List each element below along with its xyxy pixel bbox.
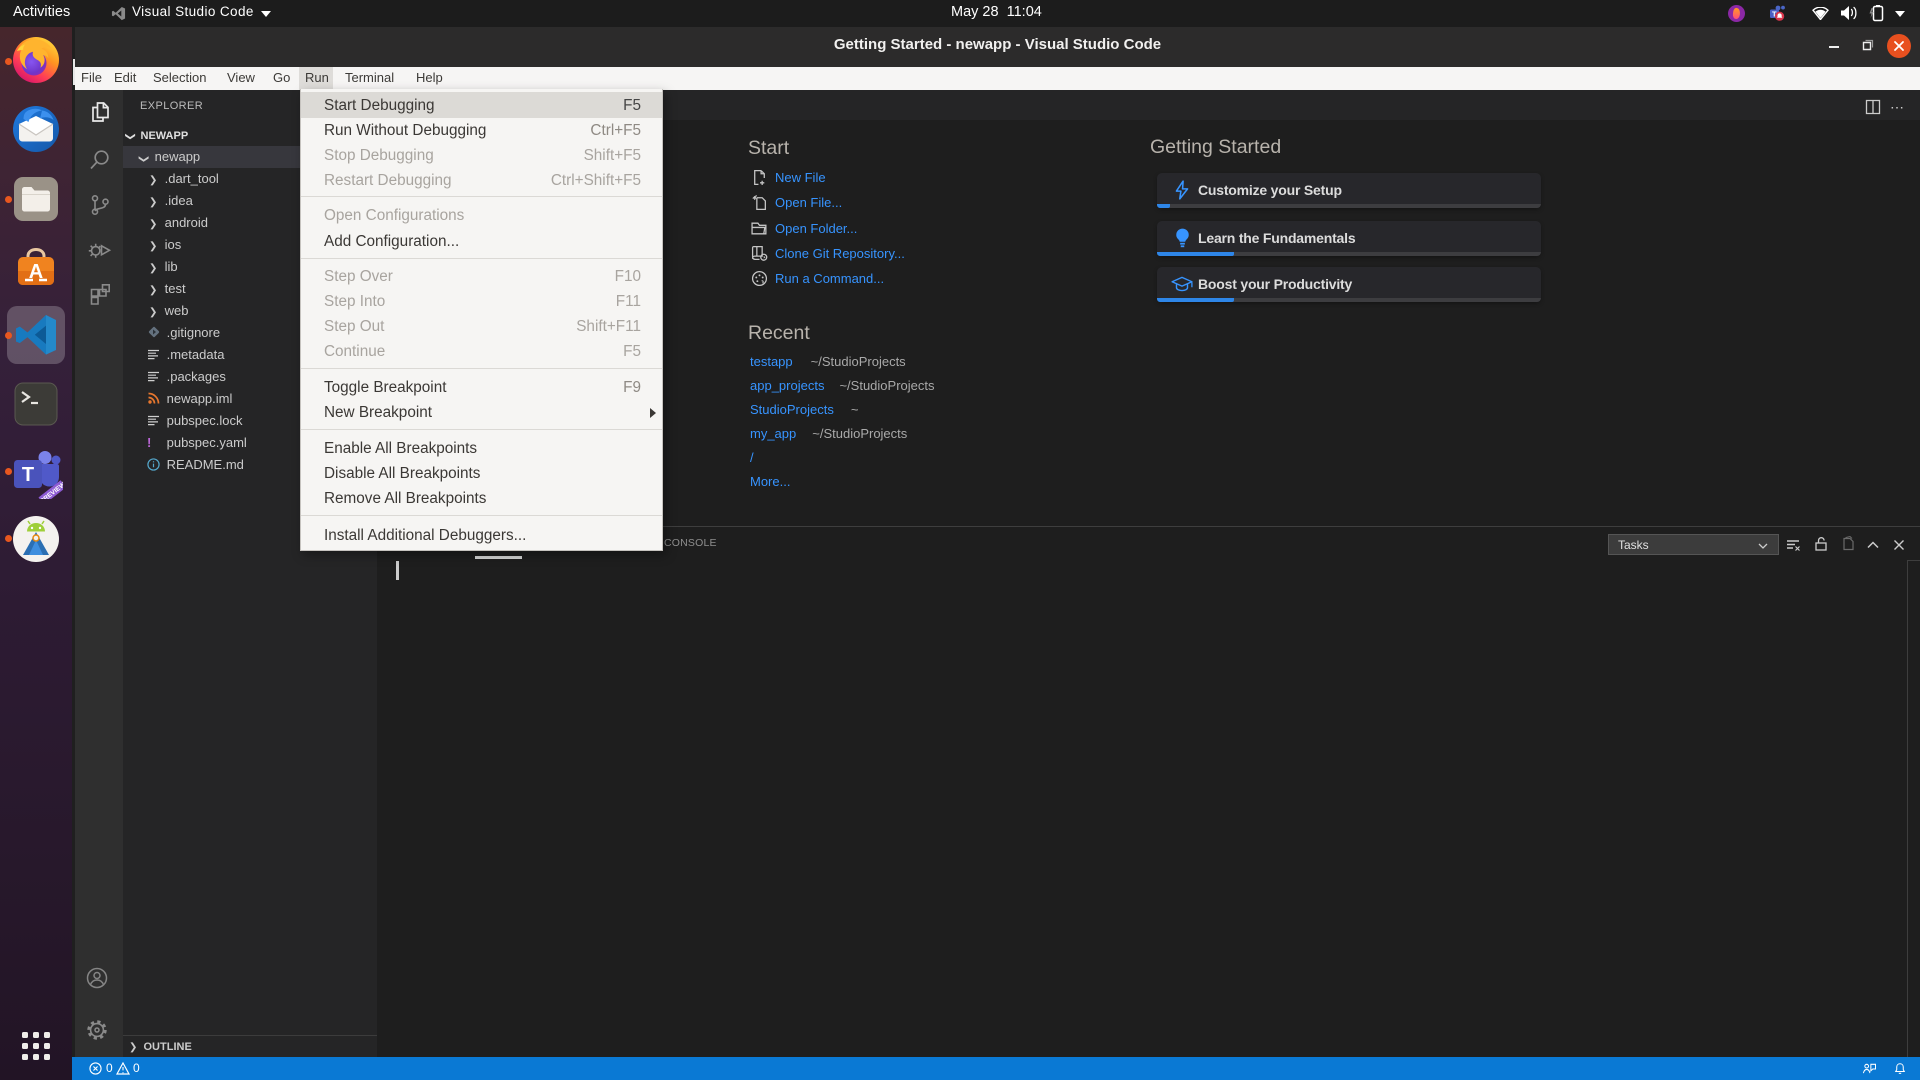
svg-text:T: T xyxy=(22,464,34,486)
